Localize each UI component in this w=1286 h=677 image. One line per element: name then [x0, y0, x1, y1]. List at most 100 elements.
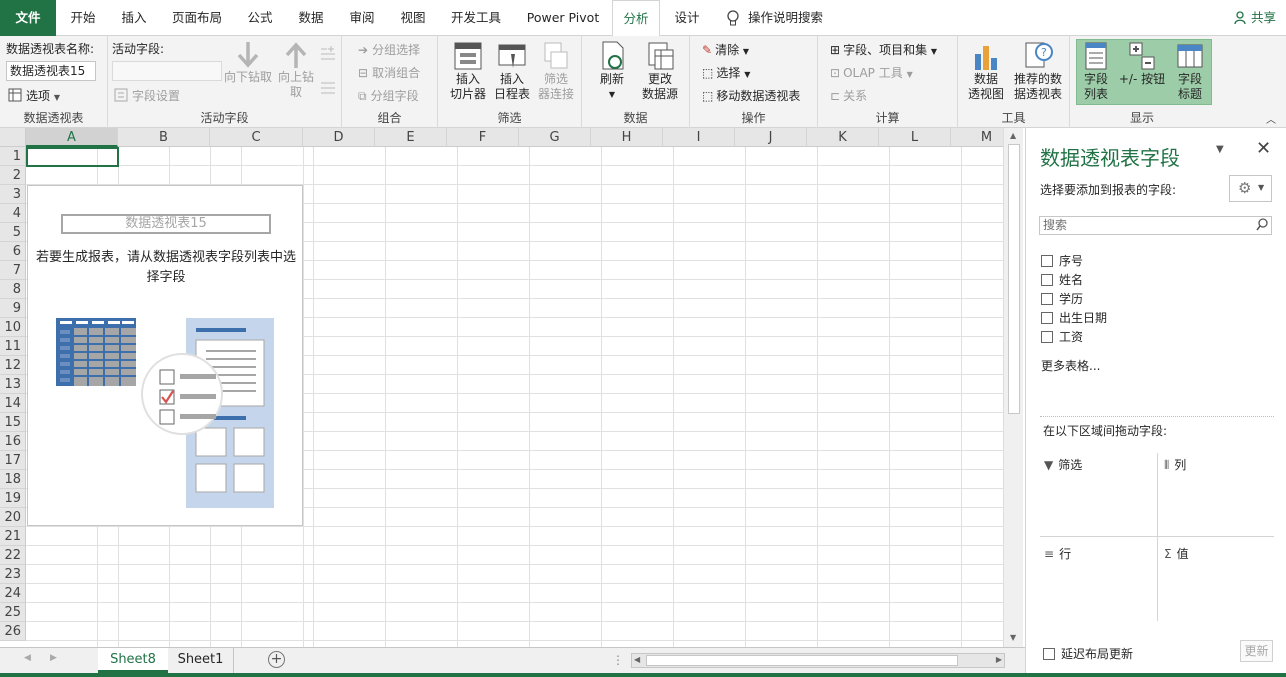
values-area[interactable]: Σ值	[1164, 545, 1189, 562]
row-header[interactable]: 12	[0, 356, 26, 375]
tab-power-pivot[interactable]: Power Pivot	[514, 0, 612, 36]
column-header-j[interactable]: J	[735, 128, 807, 147]
checkbox[interactable]	[1041, 255, 1053, 267]
column-header-e[interactable]: E	[375, 128, 447, 147]
column-header-l[interactable]: L	[879, 128, 951, 147]
row-header[interactable]: 11	[0, 337, 26, 356]
recommended-pivottables-button[interactable]: ? 推荐的数 据透视表	[1008, 40, 1068, 102]
rows-area[interactable]: ≡ 行	[1044, 545, 1071, 562]
checkbox[interactable]	[1041, 293, 1053, 305]
group-field-button[interactable]: ⧉ 分组字段	[358, 87, 419, 104]
row-header[interactable]: 18	[0, 470, 26, 489]
row-header[interactable]: 16	[0, 432, 26, 451]
checkbox[interactable]	[1041, 331, 1053, 343]
scroll-tabs-right-icon[interactable]: ▶	[50, 653, 57, 663]
tab-design[interactable]: 设计	[660, 0, 714, 36]
horizontal-scrollbar[interactable]: ◀ ▶	[631, 653, 1005, 668]
tab-analyze[interactable]: 分析	[612, 0, 660, 37]
vertical-scroll-thumb[interactable]	[1008, 144, 1020, 414]
ungroup-button[interactable]: ⊟ 取消组合	[358, 64, 420, 81]
select-button[interactable]: ⬚ 选择 ▼	[702, 64, 750, 81]
row-header[interactable]: 26	[0, 622, 26, 641]
row-header[interactable]: 14	[0, 394, 26, 413]
row-header[interactable]: 6	[0, 242, 26, 261]
tab-insert[interactable]: 插入	[108, 0, 160, 36]
more-tables-link[interactable]: 更多表格...	[1041, 357, 1100, 374]
row-header[interactable]: 20	[0, 508, 26, 527]
field-checkbox-item[interactable]: 姓名	[1041, 273, 1083, 289]
row-header[interactable]: 8	[0, 280, 26, 299]
tab-view[interactable]: 视图	[388, 0, 438, 36]
row-header[interactable]: 19	[0, 489, 26, 508]
group-selection-button[interactable]: ➔ 分组选择	[358, 41, 420, 58]
active-field-input[interactable]	[112, 61, 222, 81]
filters-area[interactable]: ▼ 筛选	[1044, 456, 1082, 473]
row-header[interactable]: 1	[0, 147, 26, 166]
olap-tools-button[interactable]: ⊡ OLAP 工具 ▼	[830, 64, 913, 81]
tab-home[interactable]: 开始	[58, 0, 108, 36]
checkbox[interactable]	[1043, 648, 1055, 660]
share-button[interactable]: 共享	[1234, 0, 1276, 36]
row-header[interactable]: 23	[0, 565, 26, 584]
options-button[interactable]: 选项 ▼	[8, 87, 60, 105]
row-header[interactable]: 15	[0, 413, 26, 432]
column-header-f[interactable]: F	[447, 128, 519, 147]
field-headers-button[interactable]: 字段 标题	[1170, 40, 1210, 102]
pivottable-placeholder[interactable]: 数据透视表15 若要生成报表，请从数据透视表字段列表中选择字段	[27, 185, 303, 526]
pane-splitter[interactable]	[1040, 416, 1274, 417]
scroll-up-icon[interactable]: ▲	[1010, 131, 1016, 140]
plus-minus-buttons-button[interactable]: +/- 按钮	[1116, 40, 1168, 87]
collapse-field-icon[interactable]	[320, 80, 336, 99]
field-search-input[interactable]: 搜索	[1039, 216, 1272, 235]
scroll-down-icon[interactable]: ▼	[1010, 633, 1016, 642]
field-checkbox-item[interactable]: 工资	[1041, 330, 1083, 346]
relationships-button[interactable]: ⊏ 关系	[830, 87, 867, 104]
column-header-i[interactable]: I	[663, 128, 735, 147]
filter-connections-button[interactable]: 筛选 器连接	[534, 40, 578, 102]
move-pivottable-button[interactable]: ⬚ 移动数据透视表	[702, 87, 800, 104]
column-header-d[interactable]: D	[303, 128, 375, 147]
column-header-a[interactable]: A	[26, 128, 118, 147]
row-header[interactable]: 4	[0, 204, 26, 223]
scroll-right-icon[interactable]: ▶	[996, 655, 1002, 664]
row-header[interactable]: 22	[0, 546, 26, 565]
columns-area[interactable]: ⦀ 列	[1164, 456, 1186, 473]
scroll-tabs-left-icon[interactable]: ◀	[24, 653, 31, 663]
checkbox[interactable]	[1041, 312, 1053, 324]
add-sheet-icon[interactable]: +	[268, 651, 285, 668]
row-header[interactable]: 17	[0, 451, 26, 470]
field-checkbox-item[interactable]: 序号	[1041, 254, 1083, 270]
tab-file[interactable]: 文件	[0, 0, 56, 36]
tab-page-layout[interactable]: 页面布局	[160, 0, 234, 36]
horizontal-scroll-thumb[interactable]	[646, 655, 958, 666]
checkbox[interactable]	[1041, 274, 1053, 286]
expand-field-icon[interactable]	[320, 46, 336, 65]
row-header[interactable]: 13	[0, 375, 26, 394]
splitter-dots-icon[interactable]: ⋮	[612, 653, 624, 667]
row-header[interactable]: 7	[0, 261, 26, 280]
column-header-k[interactable]: K	[807, 128, 879, 147]
column-header-h[interactable]: H	[591, 128, 663, 147]
insert-slicer-button[interactable]: 插入 切片器	[446, 40, 490, 102]
pane-options-dropdown-icon[interactable]: ▼	[1216, 144, 1224, 155]
fields-items-sets-button[interactable]: ⊞ 字段、项目和集 ▼	[830, 41, 937, 58]
field-settings-button[interactable]: 字段设置	[114, 87, 180, 105]
clear-button[interactable]: ✎ 清除 ▼	[702, 41, 749, 58]
sheet-tab-sheet1[interactable]: Sheet1	[168, 648, 234, 673]
row-header[interactable]: 25	[0, 603, 26, 622]
drill-down-button[interactable]: 向下钻取	[222, 40, 274, 85]
refresh-button[interactable]: 刷新 ▼	[590, 40, 634, 102]
field-checkbox-item[interactable]: 学历	[1041, 292, 1083, 308]
drill-up-button[interactable]: 向上钻 取	[274, 40, 318, 100]
tab-formulas[interactable]: 公式	[234, 0, 286, 36]
row-header[interactable]: 10	[0, 318, 26, 337]
column-header-g[interactable]: G	[519, 128, 591, 147]
defer-layout-update-item[interactable]: 延迟布局更新	[1043, 645, 1133, 662]
vertical-scrollbar[interactable]: ▲ ▼	[1003, 128, 1023, 647]
column-header-b[interactable]: B	[118, 128, 210, 147]
tools-button[interactable]: ⚙ ▼	[1229, 175, 1272, 202]
field-checkbox-item[interactable]: 出生日期	[1041, 311, 1107, 327]
tab-review[interactable]: 审阅	[336, 0, 388, 36]
scroll-left-icon[interactable]: ◀	[634, 655, 640, 664]
row-header[interactable]: 2	[0, 166, 26, 185]
